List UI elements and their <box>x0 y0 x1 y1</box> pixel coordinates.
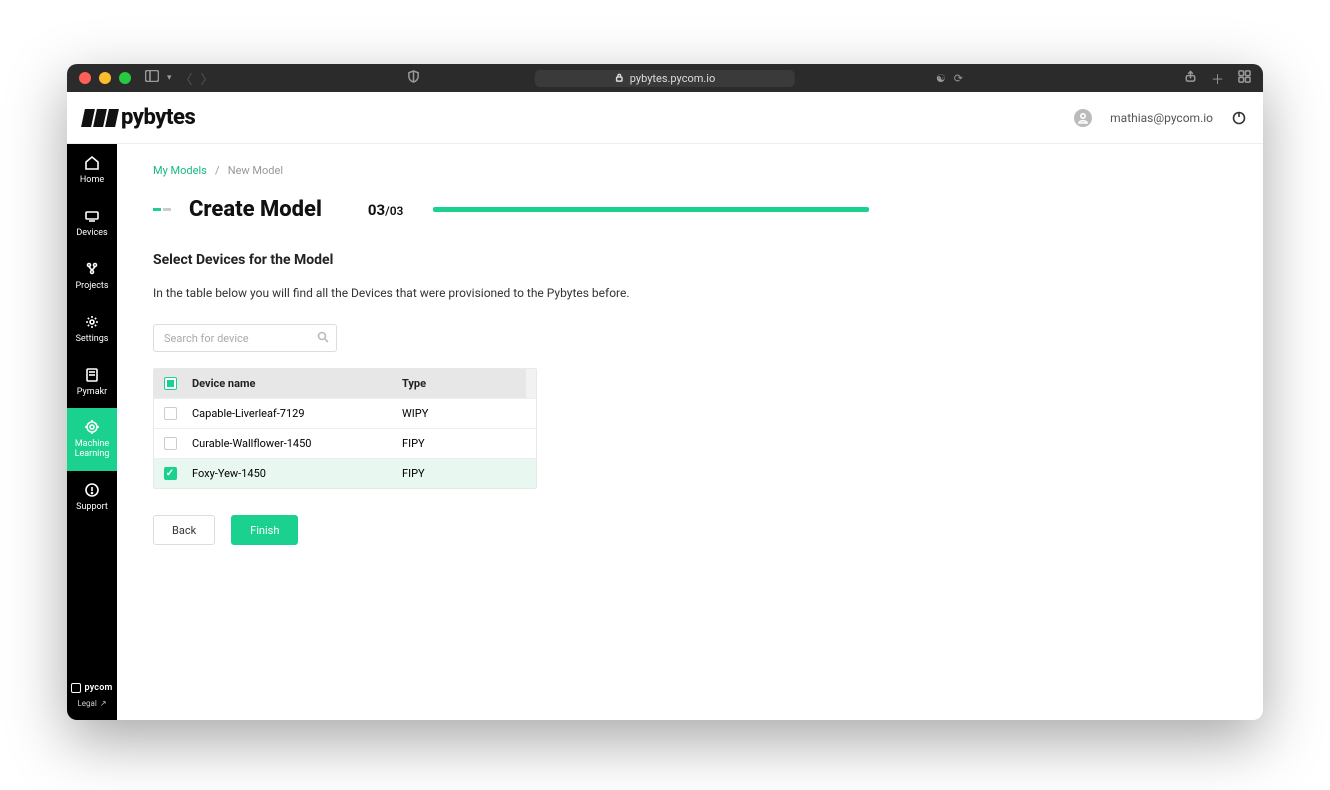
breadcrumb-root-link[interactable]: My Models <box>153 164 207 177</box>
url-text: pybytes.pycom.io <box>630 72 715 85</box>
user-email[interactable]: mathias@pycom.io <box>1110 111 1213 125</box>
device-name-cell: Foxy-Yew-1450 <box>186 459 396 488</box>
back-nav-icon[interactable]: 〈 <box>180 69 193 88</box>
chevron-down-icon[interactable]: ▾ <box>167 73 172 83</box>
table-row[interactable]: Capable-Liverleaf-7129 WIPY <box>154 398 536 428</box>
devices-table: Device name Type Capable-Liverleaf-7129 … <box>153 368 537 489</box>
lock-icon <box>615 72 624 85</box>
forward-nav-icon[interactable]: 〉 <box>201 69 214 88</box>
tabs-overview-icon[interactable] <box>1238 70 1251 87</box>
column-header-name[interactable]: Device name <box>186 369 396 398</box>
user-avatar-icon[interactable] <box>1074 109 1092 127</box>
app-header: pybytes mathias@pycom.io <box>67 92 1263 144</box>
browser-nav-controls: ▾ 〈 〉 <box>145 69 214 88</box>
reload-icon[interactable]: ⟳ <box>954 72 963 85</box>
back-button[interactable]: Back <box>153 515 215 545</box>
close-window-button[interactable] <box>79 72 91 84</box>
sidebar-item-label: Machine Learning <box>69 440 115 460</box>
legal-link[interactable]: Legal ↗ <box>77 699 106 708</box>
privacy-shield-icon[interactable] <box>407 70 420 86</box>
sidebar: Home Devices Projects Settings Pymakr Ma… <box>67 92 117 720</box>
new-tab-icon[interactable]: ＋ <box>1211 69 1224 88</box>
device-type-cell: FIPY <box>396 459 526 488</box>
maximize-window-button[interactable] <box>119 72 131 84</box>
device-name-cell: Curable-Wallflower-1450 <box>186 429 396 458</box>
row-checkbox[interactable] <box>164 467 177 480</box>
step-current: 03 <box>368 201 385 219</box>
page-title: Create Model <box>189 197 322 222</box>
power-icon[interactable] <box>1231 110 1247 126</box>
row-checkbox[interactable] <box>164 437 177 450</box>
table-header-row: Device name Type <box>154 369 536 398</box>
sidebar-item-projects[interactable]: Projects <box>67 250 117 303</box>
sidebar-item-devices[interactable]: Devices <box>67 197 117 250</box>
minimize-window-button[interactable] <box>99 72 111 84</box>
select-all-checkbox[interactable] <box>164 377 177 390</box>
legal-text: Legal <box>77 699 96 708</box>
sidebar-item-pymakr[interactable]: Pymakr <box>67 356 117 409</box>
sidebar-item-label: Devices <box>76 229 107 239</box>
sidebar-item-label: Projects <box>76 282 109 292</box>
sidebar-item-machine-learning[interactable]: Machine Learning <box>67 408 117 471</box>
device-search <box>153 324 337 352</box>
breadcrumb: My Models / New Model <box>153 164 1227 177</box>
wizard-buttons: Back Finish <box>153 515 1227 545</box>
sidebar-item-home[interactable]: Home <box>67 144 117 197</box>
main-content: My Models / New Model Create Model 03/03… <box>117 92 1263 720</box>
device-type-cell: FIPY <box>396 429 526 458</box>
search-icon <box>317 331 329 346</box>
sidebar-item-label: Support <box>76 503 108 513</box>
scrollbar-track[interactable] <box>526 369 536 398</box>
device-name-cell: Capable-Liverleaf-7129 <box>186 399 396 428</box>
column-header-type[interactable]: Type <box>396 369 526 398</box>
table-row[interactable]: Curable-Wallflower-1450 FIPY <box>154 428 536 458</box>
table-row[interactable]: Foxy-Yew-1450 FIPY <box>154 458 536 488</box>
logo-text: pybytes <box>121 105 195 130</box>
footer-brand-text: pycom <box>84 683 112 693</box>
section-title: Select Devices for the Model <box>153 252 1227 268</box>
traffic-lights <box>79 72 131 84</box>
device-type-cell: WIPY <box>396 399 526 428</box>
sidebar-item-label: Home <box>80 176 104 186</box>
sidebar-toggle-icon[interactable] <box>145 70 159 86</box>
translate-icon[interactable]: ☯ <box>936 72 946 85</box>
pybytes-logo[interactable]: pybytes <box>83 105 195 130</box>
pycom-footer-logo[interactable]: pycom <box>71 683 112 693</box>
row-checkbox[interactable] <box>164 407 177 420</box>
step-indicator: 03/03 <box>368 201 404 219</box>
breadcrumb-current: New Model <box>228 164 283 177</box>
external-link-icon: ↗ <box>100 699 107 708</box>
step-total: /03 <box>385 204 403 218</box>
sidebar-item-support[interactable]: Support <box>67 471 117 524</box>
search-input[interactable] <box>153 324 337 352</box>
progress-bar <box>433 207 869 212</box>
page-title-row: Create Model 03/03 <box>153 197 1227 222</box>
breadcrumb-separator: / <box>215 164 220 177</box>
share-icon[interactable] <box>1184 70 1197 87</box>
sidebar-item-settings[interactable]: Settings <box>67 303 117 356</box>
app-window: ▾ 〈 〉 pybytes.pycom.io ☯ ⟳ ＋ <box>67 64 1263 720</box>
sidebar-item-label: Settings <box>76 335 109 345</box>
section-description: In the table below you will find all the… <box>153 286 1227 300</box>
url-bar[interactable]: pybytes.pycom.io <box>535 70 795 87</box>
browser-toolbar: ▾ 〈 〉 pybytes.pycom.io ☯ ⟳ ＋ <box>67 64 1263 92</box>
title-accent-icon <box>153 208 171 212</box>
sidebar-item-label: Pymakr <box>77 388 107 398</box>
finish-button[interactable]: Finish <box>231 515 298 545</box>
